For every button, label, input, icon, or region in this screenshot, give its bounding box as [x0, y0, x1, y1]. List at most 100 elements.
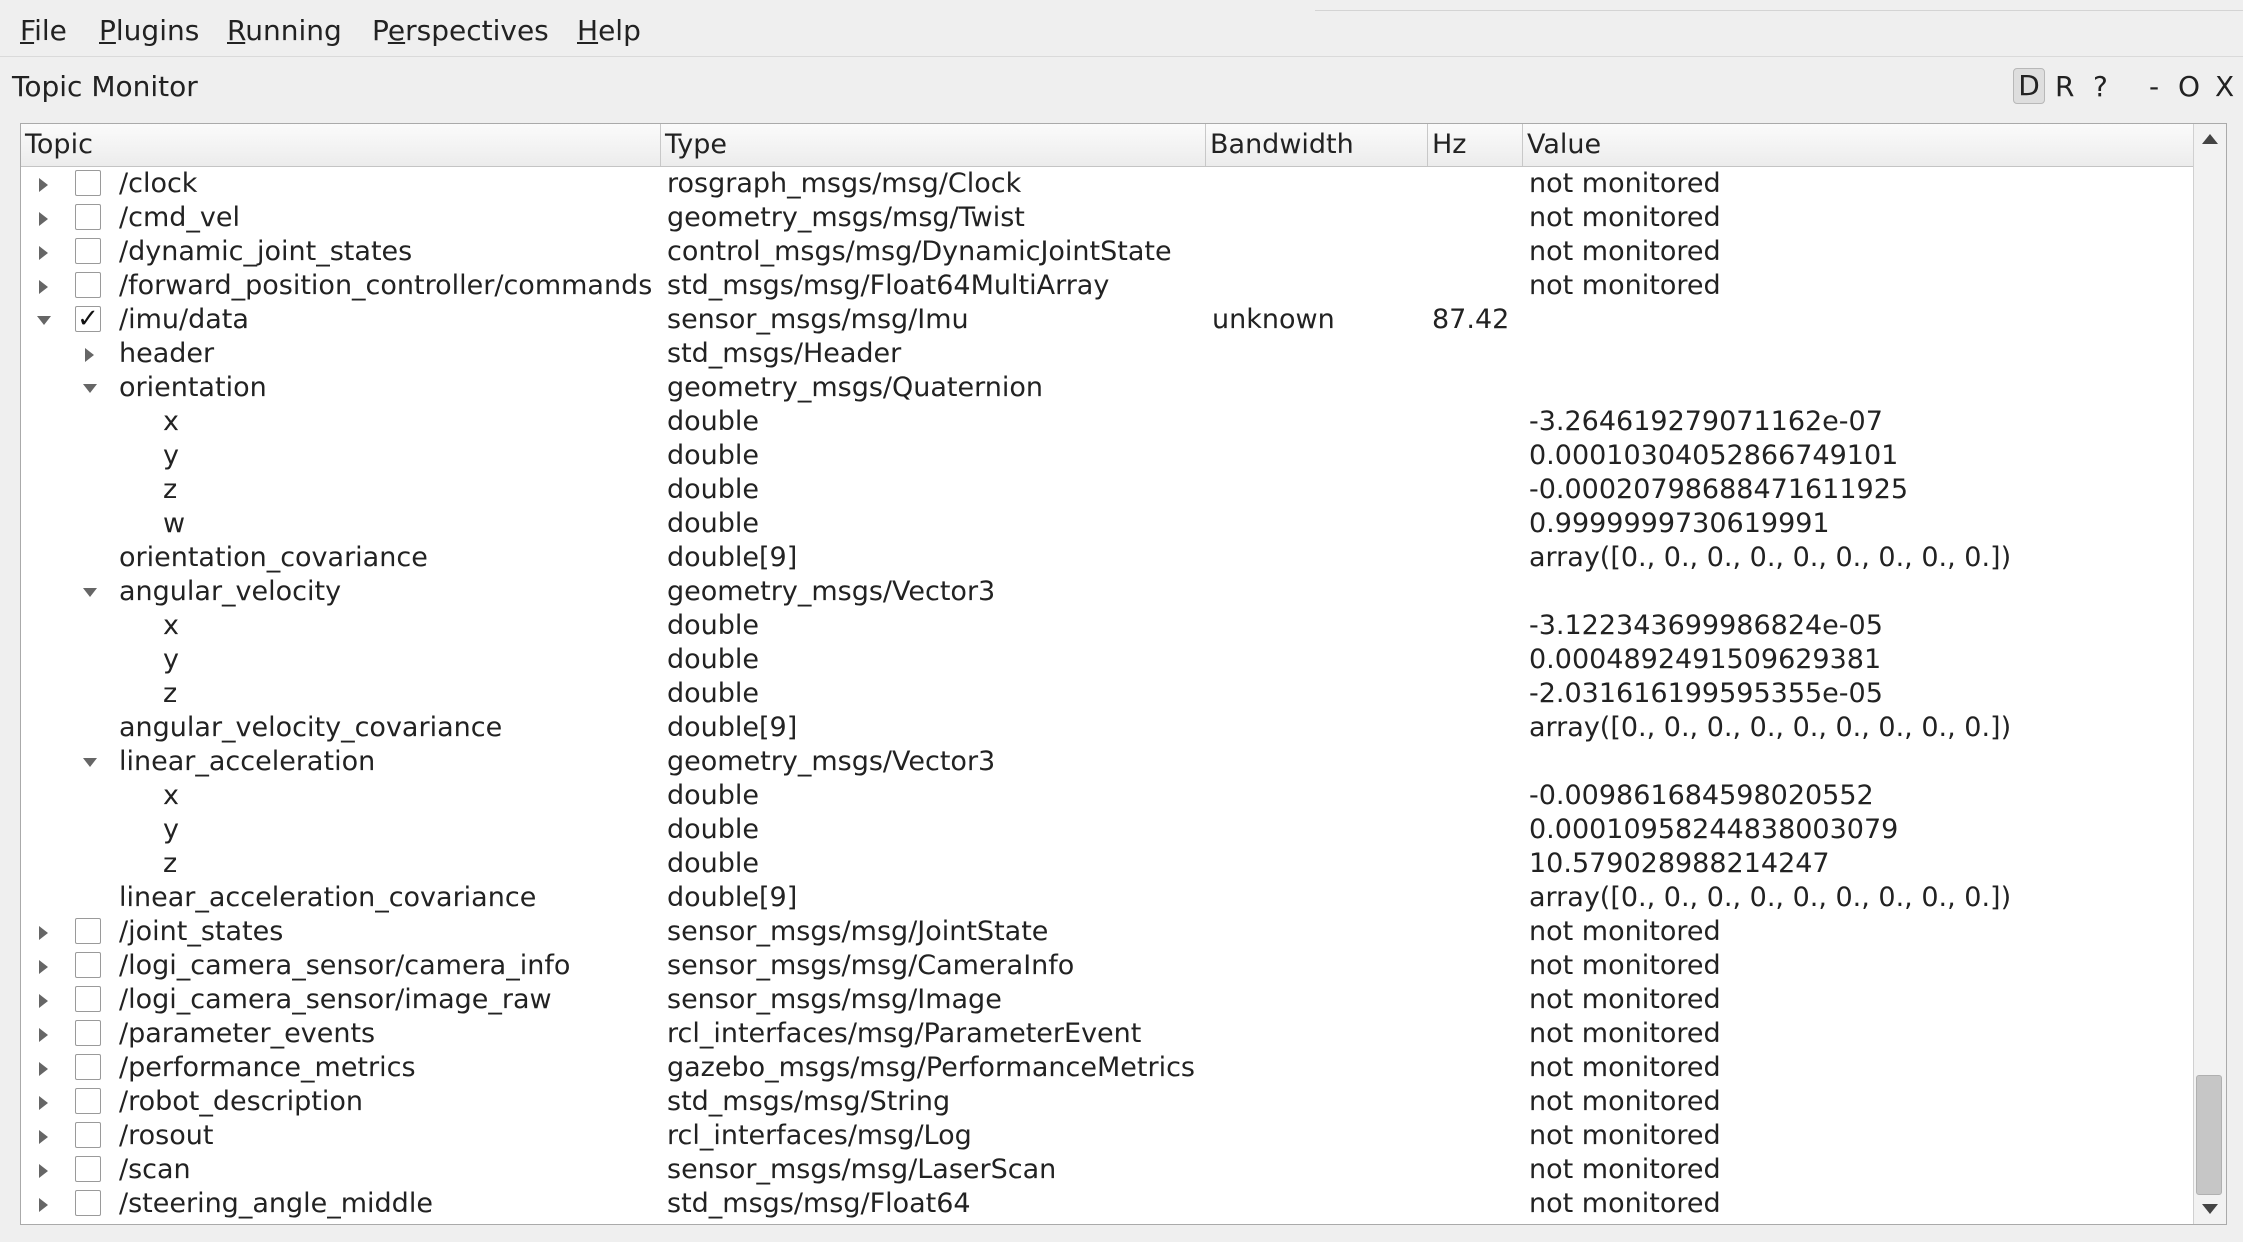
- topic-name: header: [119, 338, 215, 369]
- collapse-arrow-icon[interactable]: [83, 384, 97, 393]
- value-cell: not monitored: [1529, 270, 1721, 301]
- topic-row[interactable]: /performance_metrics gazebo_msgs/msg/Perf…: [21, 1051, 2193, 1085]
- expand-arrow-icon[interactable]: [39, 1130, 48, 1144]
- field-row[interactable]: z double -2.031616199595355e-05: [21, 677, 2193, 711]
- column-header-value[interactable]: Value: [1523, 124, 2193, 166]
- value-cell: not monitored: [1529, 1086, 1721, 1117]
- float-button[interactable]: O: [2178, 70, 2200, 104]
- topic-row[interactable]: /scan sensor_msgs/msg/LaserScan not monito…: [21, 1153, 2193, 1187]
- type-cell: std_msgs/msg/Float64: [667, 1188, 971, 1219]
- field-row[interactable]: header std_msgs/Header: [21, 337, 2193, 371]
- collapse-arrow-icon[interactable]: [37, 316, 51, 325]
- topic-row[interactable]: /logi_camera_sensor/camera_info sensor_ms…: [21, 949, 2193, 983]
- expand-arrow-icon[interactable]: [85, 348, 94, 362]
- expand-arrow-icon[interactable]: [39, 1062, 48, 1076]
- tree-header: Topic Type Bandwidth Hz Value: [21, 124, 2193, 167]
- monitor-checkbox[interactable]: [75, 204, 101, 230]
- expand-arrow-icon[interactable]: [39, 212, 48, 226]
- topic-row[interactable]: /rosout rcl_interfaces/msg/Log not monitor…: [21, 1119, 2193, 1153]
- monitor-checkbox[interactable]: ✓: [75, 306, 101, 332]
- field-row[interactable]: x double -0.009861684598020552: [21, 779, 2193, 813]
- scroll-up-arrow-icon[interactable]: [2202, 134, 2218, 144]
- menu-running[interactable]: Running: [227, 14, 342, 48]
- field-row[interactable]: angular_velocity_covariance double[9] arra…: [21, 711, 2193, 745]
- topic-row[interactable]: /robot_description std_msgs/msg/String not…: [21, 1085, 2193, 1119]
- monitor-checkbox[interactable]: [75, 918, 101, 944]
- monitor-checkbox[interactable]: [75, 1122, 101, 1148]
- topic-name: linear_acceleration_covariance: [119, 882, 537, 913]
- type-cell: double: [667, 678, 760, 709]
- type-cell: double[9]: [667, 542, 798, 573]
- field-row[interactable]: y double 0.00010958244838003079: [21, 813, 2193, 847]
- topic-name: /rosout: [119, 1120, 214, 1151]
- expand-arrow-icon[interactable]: [39, 960, 48, 974]
- topic-name: /clock: [119, 168, 198, 199]
- column-header-topic[interactable]: Topic: [21, 124, 661, 166]
- minimize-button[interactable]: -: [2149, 70, 2159, 104]
- topic-name: w: [163, 508, 186, 539]
- reload-button[interactable]: R: [2055, 70, 2074, 104]
- topic-row[interactable]: ✓ /imu/data sensor_msgs/msg/Imu unknown 87.4…: [21, 303, 2193, 337]
- help-button[interactable]: ?: [2093, 70, 2108, 104]
- collapse-arrow-icon[interactable]: [83, 758, 97, 767]
- topic-row[interactable]: /parameter_events rcl_interfaces/msg/Para…: [21, 1017, 2193, 1051]
- monitor-checkbox[interactable]: [75, 272, 101, 298]
- field-row[interactable]: orientation_covariance double[9] array([0.…: [21, 541, 2193, 575]
- type-cell: geometry_msgs/msg/Twist: [667, 202, 1025, 233]
- field-row[interactable]: linear_acceleration_covariance double[9] a…: [21, 881, 2193, 915]
- monitor-checkbox[interactable]: [75, 952, 101, 978]
- monitor-checkbox[interactable]: [75, 170, 101, 196]
- menu-divider: [1315, 10, 2243, 11]
- monitor-checkbox[interactable]: [75, 1088, 101, 1114]
- field-row[interactable]: w double 0.9999999730619991: [21, 507, 2193, 541]
- topic-name: /performance_metrics: [119, 1052, 416, 1083]
- topic-name: linear_acceleration: [119, 746, 376, 777]
- expand-arrow-icon[interactable]: [39, 926, 48, 940]
- menu-help[interactable]: Help: [577, 14, 641, 48]
- scroll-down-arrow-icon[interactable]: [2202, 1204, 2218, 1214]
- menu-perspectives[interactable]: Perspectives: [372, 14, 549, 48]
- field-row[interactable]: orientation geometry_msgs/Quaternion: [21, 371, 2193, 405]
- topic-row[interactable]: /joint_states sensor_msgs/msg/JointState n…: [21, 915, 2193, 949]
- expand-arrow-icon[interactable]: [39, 994, 48, 1008]
- column-header-bandwidth[interactable]: Bandwidth: [1206, 124, 1428, 166]
- collapse-arrow-icon[interactable]: [83, 588, 97, 597]
- expand-arrow-icon[interactable]: [39, 1164, 48, 1178]
- column-header-hz[interactable]: Hz: [1428, 124, 1523, 166]
- field-row[interactable]: angular_velocity geometry_msgs/Vector3: [21, 575, 2193, 609]
- monitor-checkbox[interactable]: [75, 986, 101, 1012]
- expand-arrow-icon[interactable]: [39, 246, 48, 260]
- topic-row[interactable]: /dynamic_joint_states control_msgs/msg/Dy…: [21, 235, 2193, 269]
- menu-file[interactable]: File: [20, 14, 67, 48]
- column-header-type[interactable]: Type: [661, 124, 1206, 166]
- monitor-checkbox[interactable]: [75, 1020, 101, 1046]
- menu-plugins[interactable]: Plugins: [99, 14, 199, 48]
- field-row[interactable]: y double 0.00010304052866749101: [21, 439, 2193, 473]
- field-row[interactable]: y double 0.0004892491509629381: [21, 643, 2193, 677]
- topic-row[interactable]: /clock rosgraph_msgs/msg/Clock not monitor…: [21, 167, 2193, 201]
- topic-tree[interactable]: Topic Type Bandwidth Hz Value /clock rosg…: [20, 123, 2227, 1225]
- close-button[interactable]: X: [2215, 70, 2234, 104]
- topic-row[interactable]: /forward_position_controller/commands std…: [21, 269, 2193, 303]
- field-row[interactable]: linear_acceleration geometry_msgs/Vector3: [21, 745, 2193, 779]
- field-row[interactable]: z double 10.579028988214247: [21, 847, 2193, 881]
- field-row[interactable]: z double -0.00020798688471611925: [21, 473, 2193, 507]
- expand-arrow-icon[interactable]: [39, 280, 48, 294]
- expand-arrow-icon[interactable]: [39, 1096, 48, 1110]
- topic-row[interactable]: /cmd_vel geometry_msgs/msg/Twist not monit…: [21, 201, 2193, 235]
- field-row[interactable]: x double -3.122343699986824e-05: [21, 609, 2193, 643]
- vertical-scrollbar[interactable]: [2193, 124, 2226, 1224]
- topic-row[interactable]: /steering_angle_middle std_msgs/msg/Float…: [21, 1187, 2193, 1221]
- type-cell: control_msgs/msg/DynamicJointState: [667, 236, 1172, 267]
- expand-arrow-icon[interactable]: [39, 1028, 48, 1042]
- topic-row[interactable]: /logi_camera_sensor/image_raw sensor_msgs…: [21, 983, 2193, 1017]
- monitor-checkbox[interactable]: [75, 238, 101, 264]
- expand-arrow-icon[interactable]: [39, 178, 48, 192]
- expand-arrow-icon[interactable]: [39, 1198, 48, 1212]
- monitor-checkbox[interactable]: [75, 1054, 101, 1080]
- monitor-checkbox[interactable]: [75, 1156, 101, 1182]
- scrollbar-thumb[interactable]: [2196, 1075, 2222, 1195]
- monitor-checkbox[interactable]: [75, 1190, 101, 1216]
- field-row[interactable]: x double -3.264619279071162e-07: [21, 405, 2193, 439]
- dock-d-button[interactable]: D: [2013, 68, 2045, 104]
